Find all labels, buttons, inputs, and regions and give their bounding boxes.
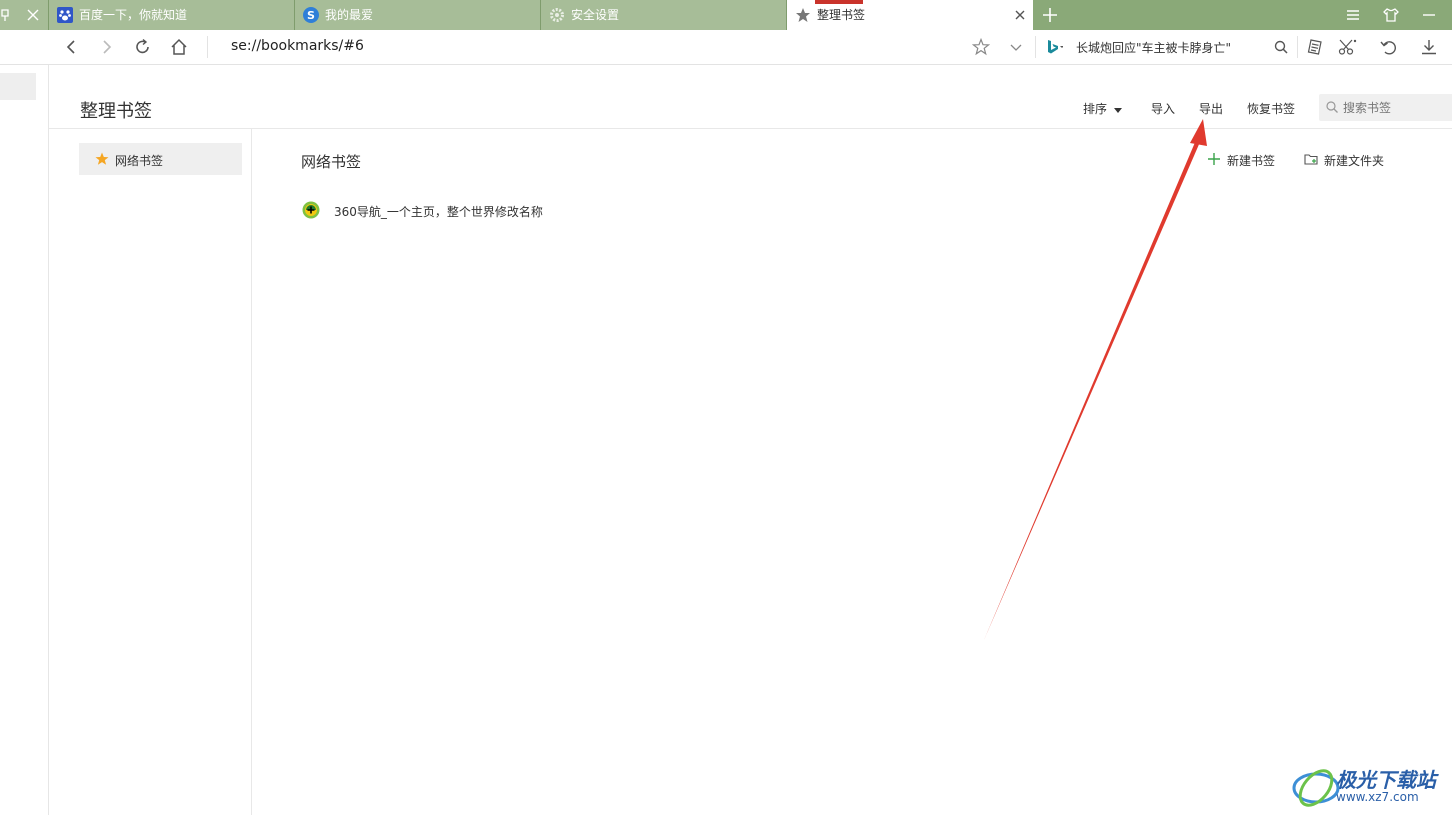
- sort-label: 排序: [1083, 102, 1108, 116]
- home-icon[interactable]: [169, 37, 189, 57]
- tab-bar: 百度一下，你就知道 S 我的最爱 安全设置 整理书签: [0, 0, 1452, 30]
- restore-button[interactable]: 恢复书签: [1247, 100, 1295, 117]
- folder-title: 网络书签: [301, 153, 362, 171]
- bookmark-row[interactable]: 360导航_一个主页，整个世界修改名称: [302, 200, 802, 222]
- 360-nav-icon: [302, 201, 320, 219]
- close-tab-icon[interactable]: [1013, 8, 1027, 22]
- new-tab-icon[interactable]: [1038, 4, 1062, 26]
- watermark-name: 极光下载站: [1336, 768, 1436, 792]
- export-button[interactable]: 导出: [1199, 100, 1223, 117]
- sidebar-item-label: 网络书签: [115, 154, 164, 168]
- screenshot-scissors-icon[interactable]: [1337, 37, 1357, 57]
- divider: [207, 36, 208, 58]
- arrow-shaft: [984, 140, 1200, 640]
- watermark-url: www.xz7.com: [1336, 790, 1419, 804]
- search-icon[interactable]: [1271, 37, 1291, 57]
- new-folder-label: 新建文件夹: [1324, 154, 1385, 168]
- tab-bookmarks-active[interactable]: 整理书签: [787, 0, 1033, 30]
- baidu-paw-icon: [57, 7, 73, 23]
- star-icon: [796, 8, 810, 22]
- page-title: 整理书签: [80, 101, 152, 122]
- tab-label: 整理书签: [817, 8, 866, 22]
- menu-icon[interactable]: [1343, 5, 1363, 25]
- tab-baidu[interactable]: 百度一下，你就知道: [49, 0, 295, 30]
- download-icon[interactable]: [1419, 37, 1439, 57]
- bookmark-search-input[interactable]: [1343, 98, 1452, 117]
- sort-button[interactable]: 排序: [1083, 100, 1123, 117]
- plus-icon: [1208, 153, 1220, 165]
- import-button[interactable]: 导入: [1151, 100, 1175, 117]
- settings-gear-icon: [550, 8, 564, 22]
- tab-favorites[interactable]: S 我的最爱: [295, 0, 541, 30]
- new-folder-icon: [1304, 154, 1318, 165]
- search-icon: [1326, 101, 1338, 113]
- divider: [1035, 36, 1036, 58]
- tab-label: 安全设置: [571, 8, 620, 22]
- search-suggestion[interactable]: 长城炮回应"车主被卡脖身亡": [1076, 39, 1231, 56]
- bing-icon[interactable]: [1043, 37, 1063, 57]
- header-divider: [49, 128, 1452, 129]
- refresh-icon[interactable]: [133, 37, 153, 57]
- previous-panel-strip: [0, 65, 49, 815]
- tab-label: 百度一下，你就知道: [79, 8, 188, 22]
- sidebar-item-web-bookmarks[interactable]: 网络书签: [79, 143, 242, 175]
- tab-partial[interactable]: [0, 0, 49, 30]
- bookmark-title: 360导航_一个主页，整个世界修改名称: [334, 205, 543, 219]
- notes-icon[interactable]: [1305, 37, 1325, 57]
- minimize-icon[interactable]: [1419, 5, 1439, 25]
- panel-block: [0, 73, 36, 100]
- tab-label: 我的最爱: [325, 8, 374, 22]
- sidebar-divider: [251, 129, 252, 815]
- annotation-arrow: [984, 119, 1207, 640]
- url-field[interactable]: se://bookmarks/#6: [231, 38, 364, 54]
- forward-icon[interactable]: [97, 37, 117, 57]
- star-icon: [95, 152, 109, 165]
- tab-security[interactable]: 安全设置: [541, 0, 787, 30]
- arrow-head: [1190, 119, 1207, 146]
- close-icon[interactable]: [26, 8, 40, 22]
- undo-icon[interactable]: [1378, 37, 1398, 57]
- favorite-star-icon[interactable]: [971, 37, 991, 57]
- svg-text:S: S: [307, 9, 315, 22]
- browser-window: 百度一下，你就知道 S 我的最爱 安全设置 整理书签 se://bookmark…: [0, 0, 1452, 815]
- caret-down-icon: [1113, 107, 1122, 113]
- pin-icon[interactable]: [0, 8, 14, 22]
- chevron-down-icon[interactable]: [1006, 37, 1026, 57]
- divider: [1297, 36, 1298, 58]
- address-toolbar: se://bookmarks/#6 长城炮回应"车主被卡脖身亡": [0, 30, 1452, 65]
- new-bookmark-label: 新建书签: [1227, 154, 1276, 168]
- skin-shirt-icon[interactable]: [1381, 5, 1401, 25]
- back-icon[interactable]: [61, 37, 81, 57]
- sogou-s-icon: S: [303, 7, 319, 23]
- bookmark-search-box[interactable]: [1319, 94, 1452, 121]
